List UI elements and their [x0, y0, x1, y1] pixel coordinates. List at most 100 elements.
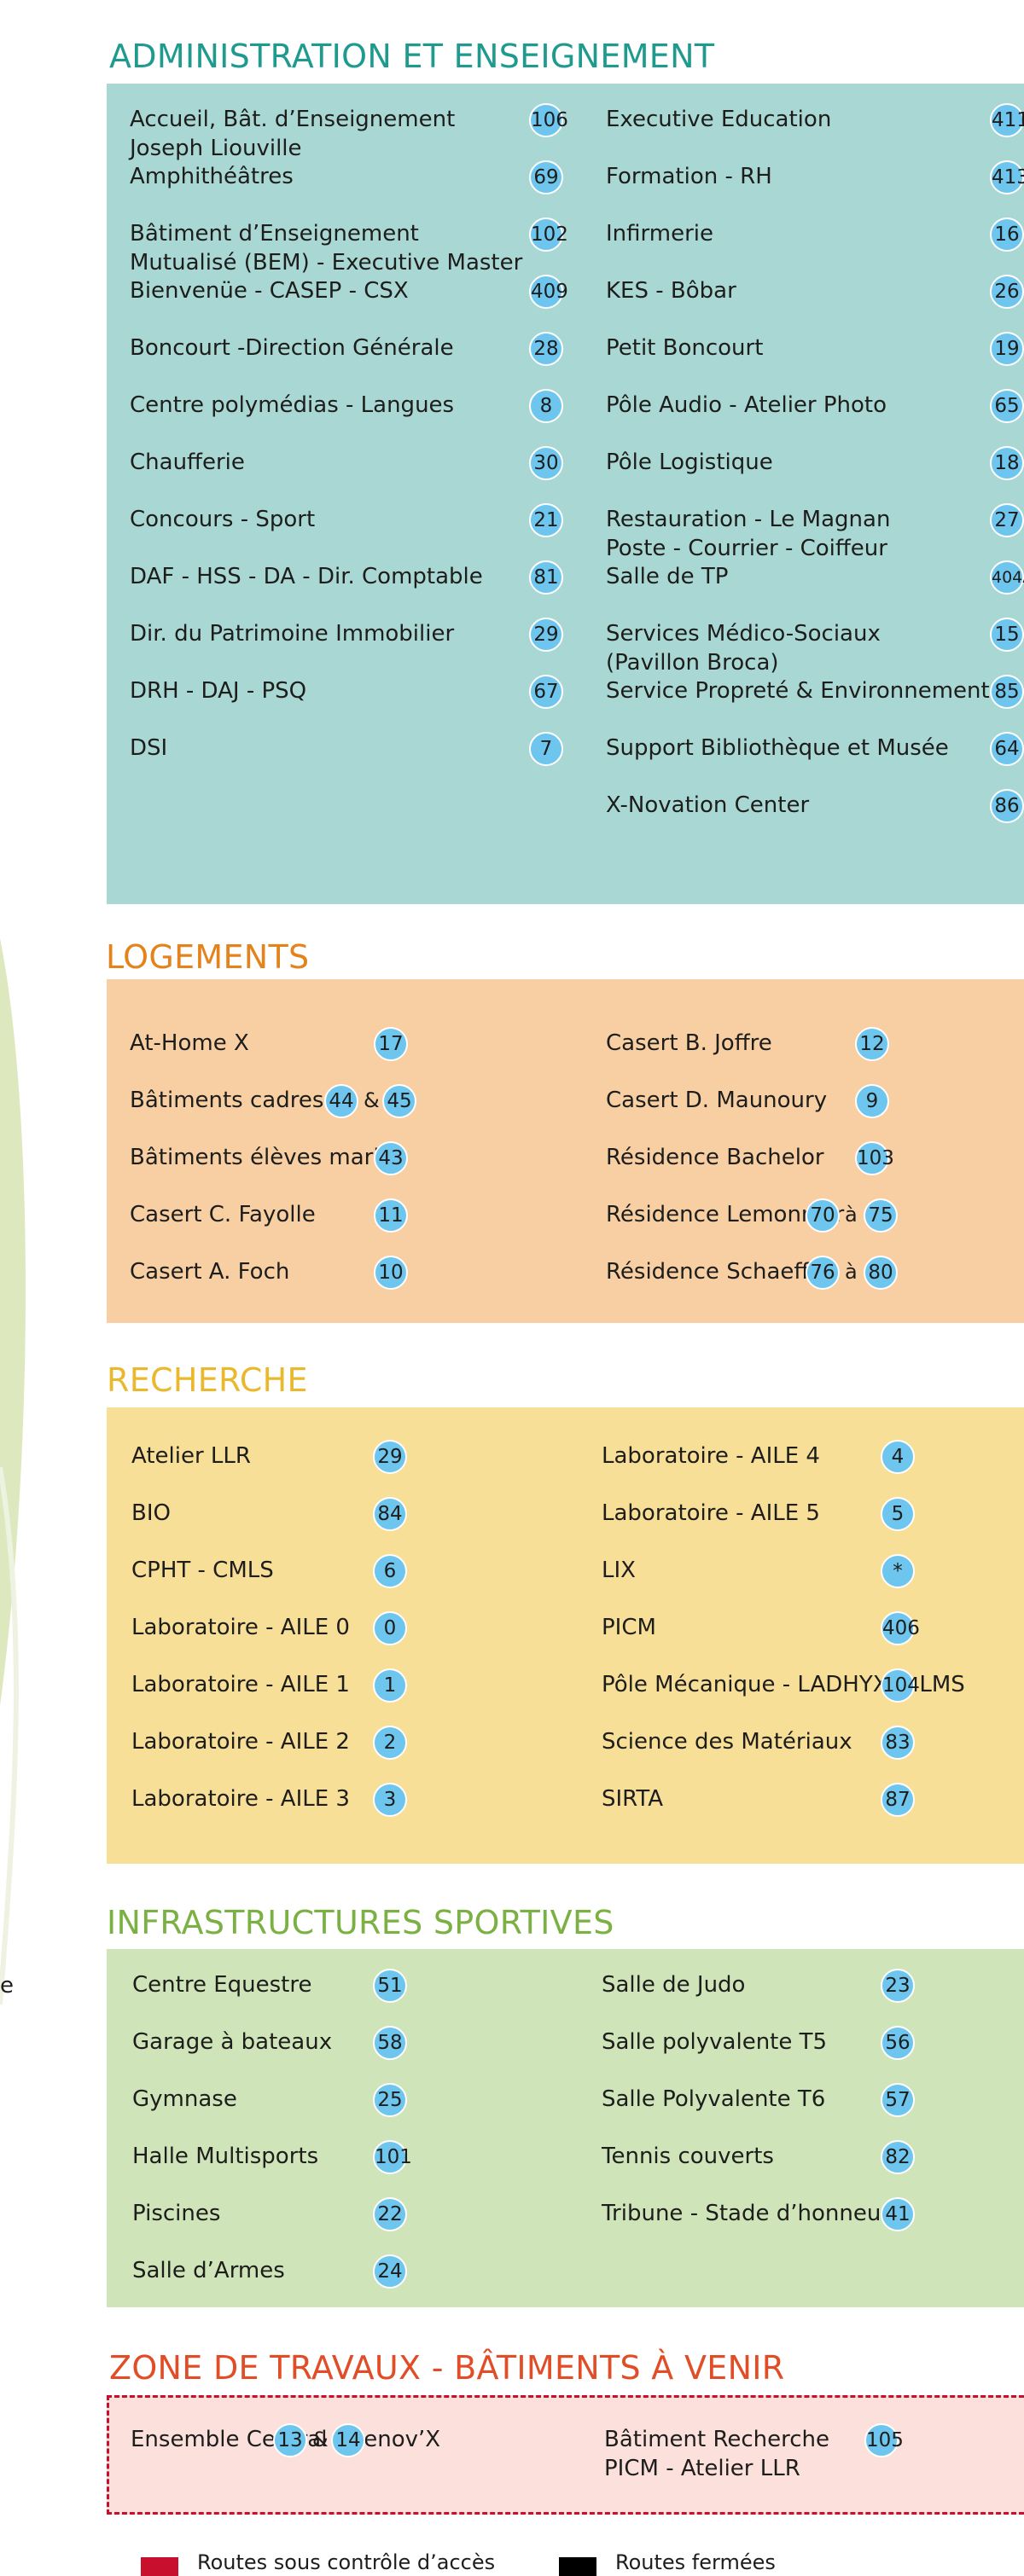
building-number-badge[interactable]: 17 [374, 1027, 408, 1061]
building-number-badge[interactable]: 57 [881, 2083, 915, 2117]
building-number-badge[interactable]: 411 [990, 103, 1024, 137]
section-title-infrastructures-sportives: INFRASTRUCTURES SPORTIVES [107, 1904, 614, 1941]
building-number-badge[interactable]: 19 [990, 332, 1024, 366]
building-number-badge[interactable]: 86 [990, 789, 1024, 823]
building-number-badge[interactable]: 85 [990, 675, 1024, 709]
entry-label: PICM [602, 1615, 656, 1640]
building-number-badge[interactable]: 14 [331, 2423, 365, 2457]
range-separator: à [845, 1260, 858, 1284]
building-number-badge[interactable]: 18 [990, 446, 1024, 480]
entry-label-line2: Poste - Courrier - Coiffeur [606, 536, 887, 561]
building-number-badge[interactable]: 102 [529, 218, 568, 252]
entry-label: Salle de TP [606, 564, 729, 589]
entry-label: Formation - RH [606, 164, 772, 189]
building-number-badge[interactable]: 13 [273, 2423, 307, 2457]
panel-zone-travaux: Ensemble Central - Renov’X13&14Bâtiment … [107, 2395, 1024, 2515]
building-number-badge[interactable]: 29 [373, 1440, 407, 1474]
building-number-badge[interactable]: 27 [990, 503, 1024, 537]
building-number-badge[interactable]: 24 [373, 2254, 407, 2289]
building-number-badge[interactable]: 87 [881, 1783, 915, 1817]
building-number-badge[interactable]: 44 [324, 1084, 358, 1118]
building-number-badge[interactable]: 43 [374, 1141, 408, 1175]
entry-label: Salle d’Armes [132, 2258, 285, 2283]
building-number-badge[interactable]: 15 [990, 618, 1024, 652]
building-number-badge[interactable]: 404A [990, 560, 1024, 595]
entry-label: Salle de Judo [602, 1972, 746, 1998]
building-number-badge[interactable]: 64 [990, 732, 1024, 766]
entry-label: CPHT - CMLS [131, 1558, 274, 1583]
entry-label: Casert A. Foch [130, 1259, 290, 1285]
building-number-badge[interactable]: 84 [373, 1497, 407, 1531]
building-number-badge[interactable]: 21 [529, 503, 563, 537]
legend-swatch-black [559, 2557, 596, 2576]
building-number-badge[interactable]: 58 [373, 2026, 407, 2060]
building-number-badge[interactable]: 3 [373, 1783, 407, 1817]
section-title-zone-travaux: ZONE DE TRAVAUX - BÂTIMENTS À VENIR [109, 2349, 785, 2387]
building-number-badge[interactable]: 11 [374, 1198, 408, 1233]
building-number-badge[interactable]: 30 [529, 446, 563, 480]
building-number-badge[interactable]: 16 [990, 218, 1024, 252]
building-number-badge[interactable]: 56 [881, 2026, 915, 2060]
building-number-badge[interactable]: 12 [855, 1027, 889, 1061]
entry-label: Piscines [132, 2201, 221, 2226]
entry-label: Amphithéâtres [130, 164, 294, 189]
entry-label: Atelier LLR [131, 1443, 251, 1469]
building-number-badge[interactable]: 103 [855, 1141, 894, 1175]
building-number-badge[interactable]: 51 [373, 1969, 407, 2003]
entry-label: Petit Boncourt [606, 335, 764, 361]
building-number-badge[interactable]: 25 [373, 2083, 407, 2117]
building-number-badge[interactable]: 45 [382, 1084, 416, 1118]
entry-label: Bâtiment d’Enseignement [130, 221, 419, 247]
entry-label-line2: (Pavillon Broca) [606, 650, 779, 676]
entry-label: Dir. du Patrimoine Immobilier [130, 621, 455, 647]
range-separator: & [312, 2428, 329, 2451]
building-number-badge[interactable]: 81 [529, 560, 563, 595]
entry-label: Centre Equestre [132, 1972, 312, 1998]
building-number-badge[interactable]: 23 [881, 1969, 915, 2003]
entry-label: Laboratoire - AILE 0 [131, 1615, 350, 1640]
building-number-badge[interactable]: 76 [806, 1256, 840, 1290]
building-number-badge[interactable]: 28 [529, 332, 563, 366]
building-number-badge[interactable]: 22 [373, 2197, 407, 2231]
entry-label: Centre polymédias - Langues [130, 392, 455, 418]
building-number-badge[interactable]: 6 [373, 1554, 407, 1588]
building-number-badge[interactable]: 9 [855, 1084, 889, 1118]
building-number-badge[interactable]: 75 [864, 1198, 898, 1233]
entry-label: Boncourt -Direction Générale [130, 335, 454, 361]
entry-label: Chaufferie [130, 450, 245, 475]
building-number-badge[interactable]: 83 [881, 1726, 915, 1760]
building-number-badge[interactable]: 0 [373, 1611, 407, 1645]
building-number-badge[interactable]: 4 [881, 1440, 915, 1474]
decorative-leaf-shape [0, 938, 26, 2005]
building-number-badge[interactable]: 82 [881, 2140, 915, 2174]
building-number-badge[interactable]: 67 [529, 675, 563, 709]
entry-label: Pôle Logistique [606, 450, 773, 475]
building-number-badge[interactable]: * [881, 1554, 915, 1588]
building-number-badge[interactable]: 413 [990, 160, 1024, 194]
building-number-badge[interactable]: 8 [529, 389, 563, 423]
entry-label: Garage à bateaux [132, 2029, 333, 2055]
building-number-badge[interactable]: 41 [881, 2197, 915, 2231]
building-number-badge[interactable]: 105 [864, 2423, 904, 2457]
building-number-badge[interactable]: 5 [881, 1497, 915, 1531]
building-number-badge[interactable]: 101 [373, 2140, 412, 2174]
building-number-badge[interactable]: 106 [529, 103, 568, 137]
entry-label: Gymnase [132, 2086, 237, 2112]
building-number-badge[interactable]: 409 [529, 275, 568, 309]
building-number-badge[interactable]: 10 [374, 1256, 408, 1290]
building-number-badge[interactable]: 29 [529, 618, 563, 652]
building-number-badge[interactable]: 406 [881, 1611, 920, 1645]
building-number-badge[interactable]: 2 [373, 1726, 407, 1760]
building-number-badge[interactable]: 104 [881, 1668, 920, 1703]
side-text-fragment: e [0, 1973, 14, 1999]
entry-label: Bâtiment Recherche [604, 2427, 829, 2452]
building-number-badge[interactable]: 69 [529, 160, 563, 194]
entry-label: Casert D. Maunoury [606, 1088, 828, 1113]
building-number-badge[interactable]: 7 [529, 732, 563, 766]
building-number-badge[interactable]: 80 [864, 1256, 898, 1290]
panel-infrastructures-sportives: Centre Equestre 51 Garage à bateaux 58 Gymna… [107, 1949, 1024, 2307]
building-number-badge[interactable]: 65 [990, 389, 1024, 423]
building-number-badge[interactable]: 26 [990, 275, 1024, 309]
building-number-badge[interactable]: 1 [373, 1668, 407, 1703]
building-number-badge[interactable]: 70 [806, 1198, 840, 1233]
